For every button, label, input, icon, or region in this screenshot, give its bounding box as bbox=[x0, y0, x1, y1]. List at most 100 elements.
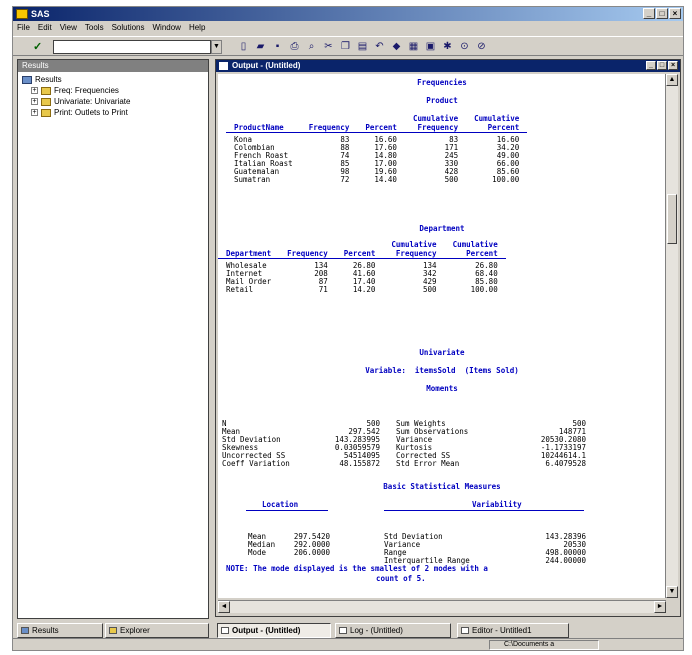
explorer-icon[interactable]: ▦ bbox=[407, 40, 420, 53]
tab-label: Log - (Untitled) bbox=[350, 626, 403, 635]
column-header: Percent bbox=[343, 249, 376, 258]
output-vertical-scrollbar[interactable]: ▲ ▼ bbox=[665, 74, 678, 598]
options-icon[interactable]: ▣ bbox=[424, 40, 437, 53]
new-icon[interactable]: ▯ bbox=[237, 40, 250, 53]
tab-label: Explorer bbox=[120, 626, 150, 635]
column-header: Cumulative Percent bbox=[452, 240, 498, 258]
print-preview-icon[interactable]: ⌕ bbox=[305, 40, 318, 53]
window-controls: _ □ × bbox=[643, 8, 681, 19]
table-cell: 14.40 bbox=[374, 175, 397, 184]
output-horizontal-scrollbar[interactable]: ◄ ► bbox=[218, 600, 666, 613]
menu-window[interactable]: Window bbox=[153, 21, 181, 35]
output-maximize-button[interactable]: □ bbox=[657, 61, 667, 70]
variability-header: Variability bbox=[472, 500, 522, 509]
minimize-button[interactable]: _ bbox=[643, 8, 655, 19]
toolbar-icons: ▯ ▰ ▪ ⎙ ⌕ ✂ ❐ ▤ ↶ ◆ ▦ ▣ ✱ ⊙ ⊘ bbox=[237, 40, 488, 53]
location-header: Location bbox=[262, 500, 299, 509]
tab-log[interactable]: Log - (Untitled) bbox=[335, 623, 451, 638]
menu-view[interactable]: View bbox=[60, 21, 77, 35]
menu-tools[interactable]: Tools bbox=[85, 21, 104, 35]
scroll-left-arrow-icon[interactable]: ◄ bbox=[218, 601, 230, 613]
stat-value: 6.4079528 bbox=[545, 459, 586, 468]
new-library-icon[interactable]: ◆ bbox=[390, 40, 403, 53]
expand-icon[interactable]: + bbox=[31, 87, 38, 94]
department-table: Department Frequency Percent Cumulative … bbox=[218, 240, 506, 294]
status-bar: C:\Documents a bbox=[13, 638, 683, 650]
submit-check-icon[interactable]: ✓ bbox=[33, 40, 42, 53]
help-icon[interactable]: ⊙ bbox=[458, 40, 471, 53]
copy-icon[interactable]: ❐ bbox=[339, 40, 352, 53]
tab-results[interactable]: Results bbox=[17, 623, 103, 638]
open-icon[interactable]: ▰ bbox=[254, 40, 267, 53]
moments-left: N Mean Std Deviation Skewness Uncorrected SS… bbox=[222, 404, 380, 484]
scroll-down-arrow-icon[interactable]: ▼ bbox=[666, 586, 678, 598]
undo-icon[interactable]: ↶ bbox=[373, 40, 386, 53]
status-current-folder: C:\Documents a bbox=[489, 640, 599, 650]
command-input[interactable] bbox=[53, 40, 211, 54]
menu-edit[interactable]: Edit bbox=[38, 21, 52, 35]
cut-icon[interactable]: ✂ bbox=[322, 40, 335, 53]
column-header: Cumulative Percent bbox=[474, 114, 520, 132]
results-folder-icon bbox=[22, 75, 32, 84]
run-icon[interactable]: ✱ bbox=[441, 40, 454, 53]
variable-label: Variable: itemsSold (Items Sold) bbox=[365, 366, 519, 375]
toolbar: ✓ ▼ ▯ ▰ ▪ ⎙ ⌕ ✂ ❐ ▤ ↶ ◆ ▦ ▣ ✱ ⊙ ⊘ bbox=[13, 36, 683, 56]
moments-right: Sum Weights Sum Observations Variance Kurto… bbox=[396, 404, 586, 484]
univariate-title: Univariate bbox=[419, 348, 465, 357]
table-cell: 100.00 bbox=[492, 175, 520, 184]
column-header: Percent bbox=[365, 123, 397, 132]
results-root-label: Results bbox=[35, 75, 62, 84]
paste-icon[interactable]: ▤ bbox=[356, 40, 369, 53]
output-minimize-button[interactable]: _ bbox=[646, 61, 656, 70]
menu-file[interactable]: File bbox=[17, 21, 30, 35]
tab-label: Results bbox=[32, 626, 59, 635]
stat-label: Mode bbox=[248, 548, 267, 557]
location-divider bbox=[246, 510, 328, 511]
table-row: Retail 71 14.20 500 100.00 bbox=[218, 286, 506, 294]
output-window-controls: _ □ × bbox=[646, 61, 678, 70]
save-icon[interactable]: ▪ bbox=[271, 40, 284, 53]
results-item-univariate[interactable]: + Univariate: Univariate bbox=[22, 96, 204, 107]
break-icon[interactable]: ⊘ bbox=[475, 40, 488, 53]
results-pane: Results Results + Freq: Frequencies + Un… bbox=[17, 59, 209, 619]
basic-measures-title: Basic Statistical Measures bbox=[383, 482, 501, 491]
output-close-button[interactable]: × bbox=[668, 61, 678, 70]
close-button[interactable]: × bbox=[669, 8, 681, 19]
output-window-icon bbox=[219, 62, 228, 70]
scroll-thumb[interactable] bbox=[667, 194, 677, 244]
maximize-button[interactable]: □ bbox=[656, 8, 668, 19]
tab-output[interactable]: Output - (Untitled) bbox=[217, 623, 331, 638]
menu-help[interactable]: Help bbox=[189, 21, 205, 35]
tab-editor[interactable]: Editor - Untitled1 bbox=[457, 623, 569, 638]
log-tab-icon bbox=[339, 627, 347, 634]
moments-title: Moments bbox=[426, 384, 458, 393]
results-tree: Results + Freq: Frequencies + Univariate… bbox=[18, 72, 208, 120]
column-header: Cumulative Frequency bbox=[391, 240, 437, 258]
explorer-tab-icon bbox=[109, 627, 117, 634]
tab-explorer[interactable]: Explorer bbox=[105, 623, 209, 638]
scroll-up-arrow-icon[interactable]: ▲ bbox=[666, 74, 678, 86]
command-dropdown-button[interactable]: ▼ bbox=[211, 40, 222, 54]
results-item-freq[interactable]: + Freq: Frequencies bbox=[22, 85, 204, 96]
table-cell: 500 bbox=[423, 285, 437, 294]
window-tab-bar: Results Explorer Output - (Untitled) Log… bbox=[13, 621, 683, 639]
results-item-label: Print: Outlets to Print bbox=[54, 108, 128, 117]
results-item-print[interactable]: + Print: Outlets to Print bbox=[22, 107, 204, 118]
output-content[interactable]: Frequencies Product ProductName Frequenc… bbox=[218, 74, 666, 598]
sas-application-window: SAS _ □ × File Edit View Tools Solutions… bbox=[12, 6, 684, 651]
output-window: Output - (Untitled) _ □ × Frequencies Pr… bbox=[215, 59, 681, 617]
output-tab-icon bbox=[221, 627, 229, 634]
column-header: ProductName bbox=[234, 123, 284, 132]
table-row: Sumatran 72 14.40 500 100.00 bbox=[226, 176, 527, 184]
expand-icon[interactable]: + bbox=[31, 109, 38, 116]
results-pane-title: Results bbox=[18, 60, 208, 72]
scroll-right-arrow-icon[interactable]: ► bbox=[654, 601, 666, 613]
column-header: Frequency bbox=[308, 123, 350, 132]
department-title: Department bbox=[419, 224, 465, 233]
table-cell: 500 bbox=[444, 175, 459, 184]
print-icon[interactable]: ⎙ bbox=[288, 40, 301, 53]
expand-icon[interactable]: + bbox=[31, 98, 38, 105]
column-header: Department bbox=[226, 249, 272, 258]
menu-solutions[interactable]: Solutions bbox=[112, 21, 145, 35]
results-root[interactable]: Results bbox=[22, 74, 204, 85]
